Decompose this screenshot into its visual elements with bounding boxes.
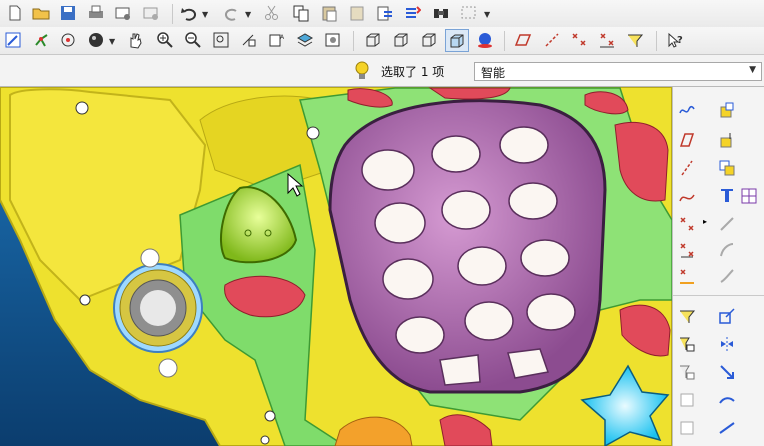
datum-axis-display-icon[interactable] xyxy=(543,31,561,49)
chevron-right-icon[interactable]: ▸ xyxy=(703,217,707,226)
svg-text:?: ? xyxy=(677,35,683,46)
sketched-curve-icon[interactable] xyxy=(678,101,696,119)
pattern-icon[interactable] xyxy=(678,335,696,353)
rib-icon[interactable] xyxy=(718,307,736,325)
file-toolbar: ▼ ▼ ▼ xyxy=(0,0,764,28)
bulb-icon xyxy=(355,61,369,79)
trim-icon[interactable] xyxy=(678,363,696,381)
find-icon[interactable] xyxy=(432,4,450,22)
copy-icon[interactable] xyxy=(292,4,310,22)
offset-icon[interactable] xyxy=(678,391,696,409)
project-icon[interactable] xyxy=(718,419,736,437)
chamfer-icon[interactable] xyxy=(718,267,736,285)
shell-icon[interactable] xyxy=(718,241,736,259)
draft-icon[interactable] xyxy=(678,307,696,325)
regenerate-icon[interactable] xyxy=(375,4,393,22)
save-icon[interactable] xyxy=(59,4,77,22)
datum-plane-display-icon[interactable] xyxy=(514,31,532,49)
3d-model-render xyxy=(0,87,672,446)
undo-icon[interactable] xyxy=(180,4,198,22)
layers-icon[interactable] xyxy=(296,31,314,49)
view-manager-icon[interactable] xyxy=(324,31,342,49)
merge-icon[interactable] xyxy=(718,363,736,381)
shaded-toggle[interactable] xyxy=(445,29,469,52)
spin-center-icon[interactable] xyxy=(59,31,77,49)
no-hidden-icon[interactable] xyxy=(420,31,438,49)
saved-views-icon[interactable]: A xyxy=(268,31,286,49)
paste-icon[interactable] xyxy=(320,4,338,22)
chevron-down-icon: ▼ xyxy=(749,65,756,75)
annotation-display-icon[interactable] xyxy=(626,31,644,49)
context-help-icon[interactable]: ? xyxy=(666,31,684,49)
feature-toolbar: ▸ xyxy=(672,87,764,446)
analysis-icon[interactable] xyxy=(678,187,696,205)
thicken-icon[interactable] xyxy=(718,391,736,409)
reorient-icon[interactable] xyxy=(240,31,258,49)
new-file-icon[interactable] xyxy=(6,4,24,22)
mail-attach-icon[interactable] xyxy=(142,4,160,22)
pan-hand-icon[interactable] xyxy=(126,31,144,49)
selection-filter-value: 智能 xyxy=(481,66,506,80)
view-toolbar: ▼ A ? xyxy=(0,27,764,55)
wireframe-icon[interactable] xyxy=(364,31,382,49)
open-folder-icon[interactable] xyxy=(32,4,50,22)
round-icon[interactable] xyxy=(678,267,696,285)
datum-axes-icon[interactable] xyxy=(32,31,50,49)
datum-point-icon[interactable] xyxy=(678,159,696,177)
solidify-icon[interactable] xyxy=(678,419,696,437)
hole-icon[interactable] xyxy=(678,241,696,259)
selection-filter-dropdown[interactable]: 智能 ▼ xyxy=(474,62,762,81)
svg-text:A: A xyxy=(280,34,285,41)
shaded-icon xyxy=(450,34,464,48)
csys-display-icon[interactable] xyxy=(598,31,616,49)
cut-icon[interactable] xyxy=(263,4,281,22)
blend-icon[interactable] xyxy=(718,215,736,233)
csys-icon[interactable] xyxy=(718,159,736,177)
refit-icon[interactable] xyxy=(212,31,230,49)
appearance-icon[interactable] xyxy=(476,31,494,49)
revolve-icon[interactable] xyxy=(740,187,758,205)
shading-icon[interactable] xyxy=(87,31,105,49)
point-display-icon[interactable] xyxy=(570,31,588,49)
datum-curve-icon[interactable] xyxy=(718,131,736,149)
edit-sketch-icon[interactable] xyxy=(4,31,22,49)
model-viewport[interactable] xyxy=(0,87,672,446)
datum-plane-icon[interactable] xyxy=(718,101,736,119)
sweep-icon[interactable] xyxy=(678,215,696,233)
select-box-icon[interactable] xyxy=(460,4,478,22)
zoom-out-icon[interactable] xyxy=(184,31,202,49)
mirror-icon[interactable] xyxy=(718,335,736,353)
redo-icon[interactable] xyxy=(223,4,241,22)
paste-special-icon[interactable] xyxy=(348,4,366,22)
zoom-in-icon[interactable] xyxy=(156,31,174,49)
hidden-line-icon[interactable] xyxy=(392,31,410,49)
extrude-icon[interactable] xyxy=(718,187,736,205)
send-mail-icon[interactable] xyxy=(114,4,132,22)
datum-axis-icon[interactable] xyxy=(678,131,696,149)
selection-status-text: 选取了 1 项 xyxy=(381,65,445,79)
regenerate-manager-icon[interactable] xyxy=(403,4,421,22)
print-icon[interactable] xyxy=(87,4,105,22)
